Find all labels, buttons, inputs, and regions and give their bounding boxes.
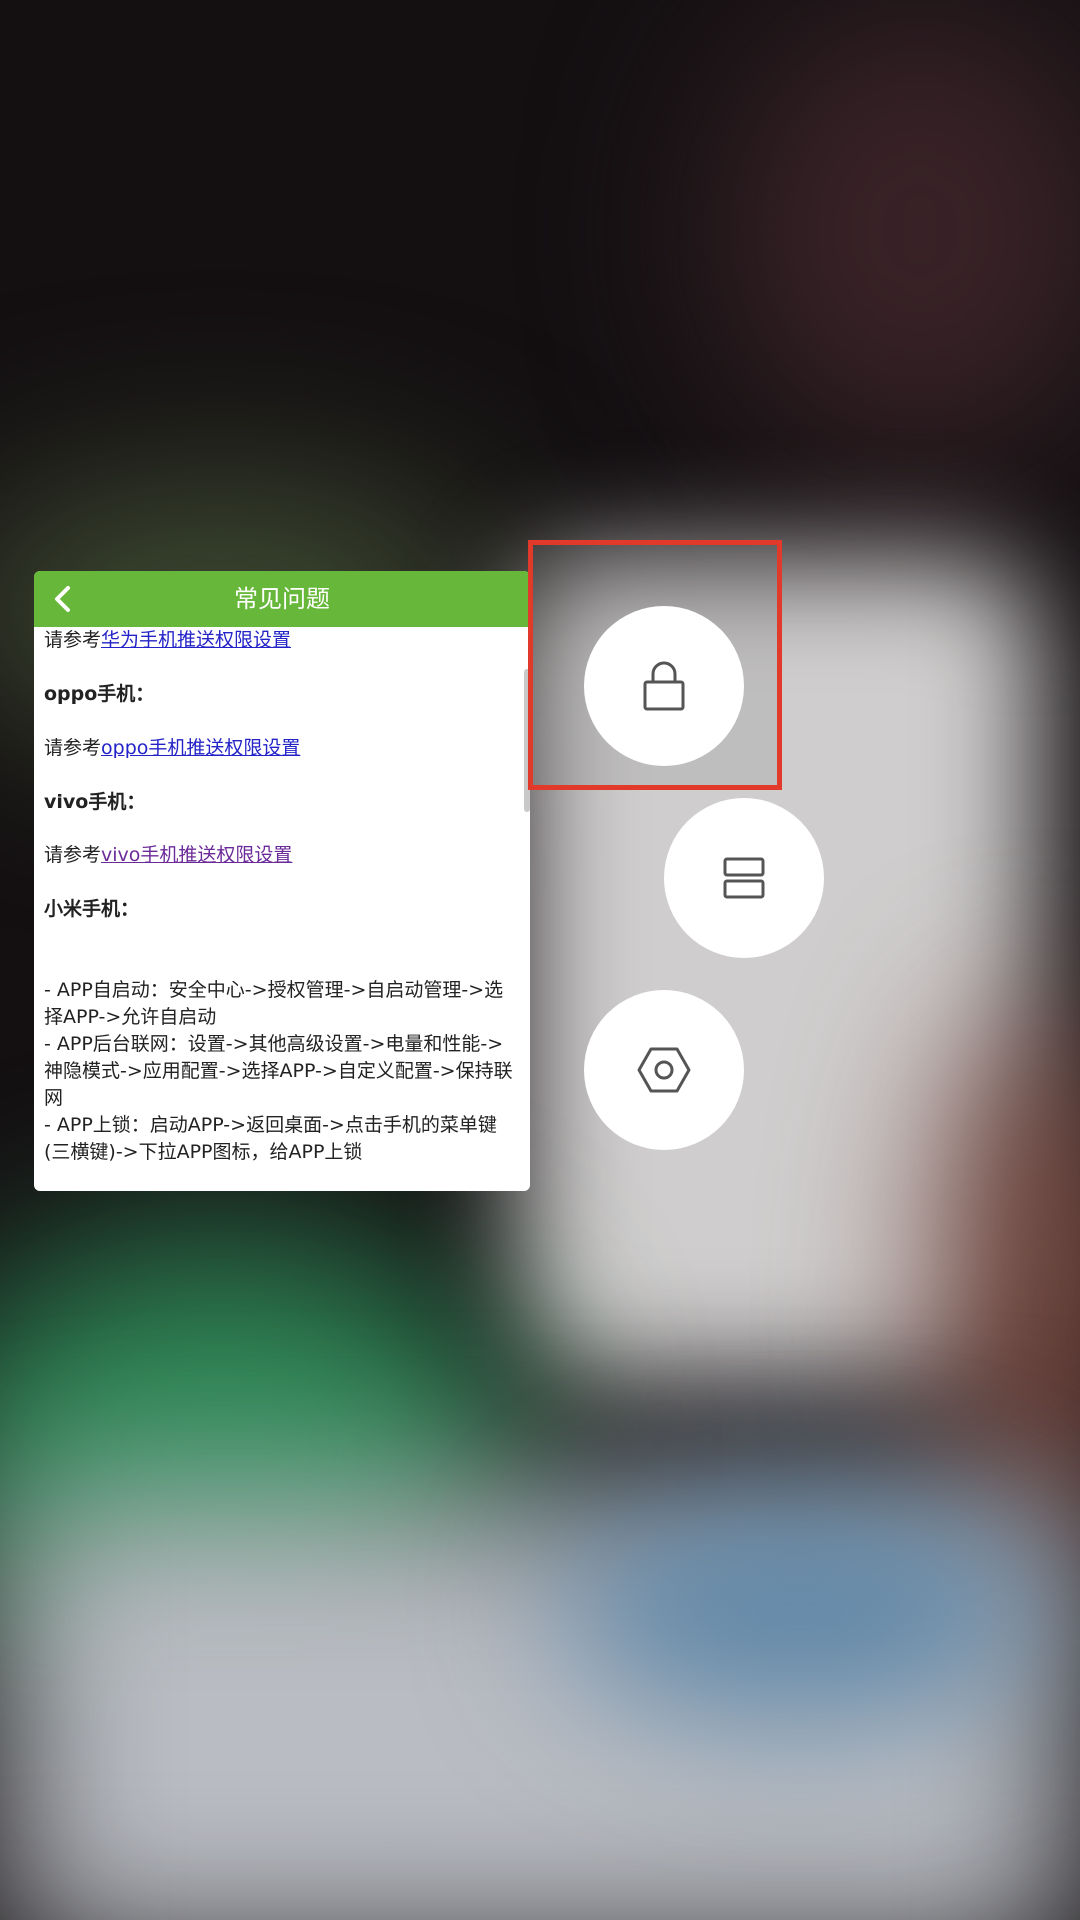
app-settings-button[interactable] [584,990,744,1150]
background-blob [720,0,1080,460]
xiaomi-autostart-text: - APP自启动：安全中心->授权管理->自启动管理->选择APP->允许自启动 [44,979,504,1028]
app-preview-card[interactable]: 常见问题 请参考华为手机推送权限设置 oppo手机： 请参考oppo手机推送权限… [34,571,530,1191]
huawei-line: 请参考华为手机推送权限设置 [44,627,291,654]
app-header: 常见问题 [34,571,530,627]
vivo-heading: vivo手机： [44,791,146,813]
page-title: 常见问题 [234,585,330,613]
vivo-line: 请参考vivo手机推送权限设置 [44,842,292,869]
xiaomi-background-network-text: - APP后台联网：设置->其他高级设置->电量和性能->神隐模式->应用配置-… [44,1033,513,1109]
lock-icon [643,661,685,711]
reference-prefix: 请参考 [44,737,102,759]
oppo-line: 请参考oppo手机推送权限设置 [44,735,300,762]
xiaomi-heading: 小米手机： [44,898,140,920]
lock-app-button[interactable] [584,606,744,766]
reference-prefix: 请参考 [44,629,102,651]
xiaomi-app-lock-text: - APP上锁：启动APP->返回桌面->点击手机的菜单键(三横键)->下拉AP… [44,1114,497,1163]
split-screen-icon [723,857,765,899]
background-blob [560,1500,1040,1720]
huawei-push-settings-link[interactable]: 华为手机推送权限设置 [101,629,291,651]
hexagon-settings-icon [637,1047,691,1093]
split-screen-button[interactable] [664,798,824,958]
oppo-heading: oppo手机： [44,683,155,705]
faq-content: 请参考华为手机推送权限设置 oppo手机： 请参考oppo手机推送权限设置 vi… [44,627,524,1191]
vivo-push-settings-link[interactable]: vivo手机推送权限设置 [101,844,292,866]
reference-prefix: 请参考 [44,844,102,866]
oppo-push-settings-link[interactable]: oppo手机推送权限设置 [101,737,300,759]
